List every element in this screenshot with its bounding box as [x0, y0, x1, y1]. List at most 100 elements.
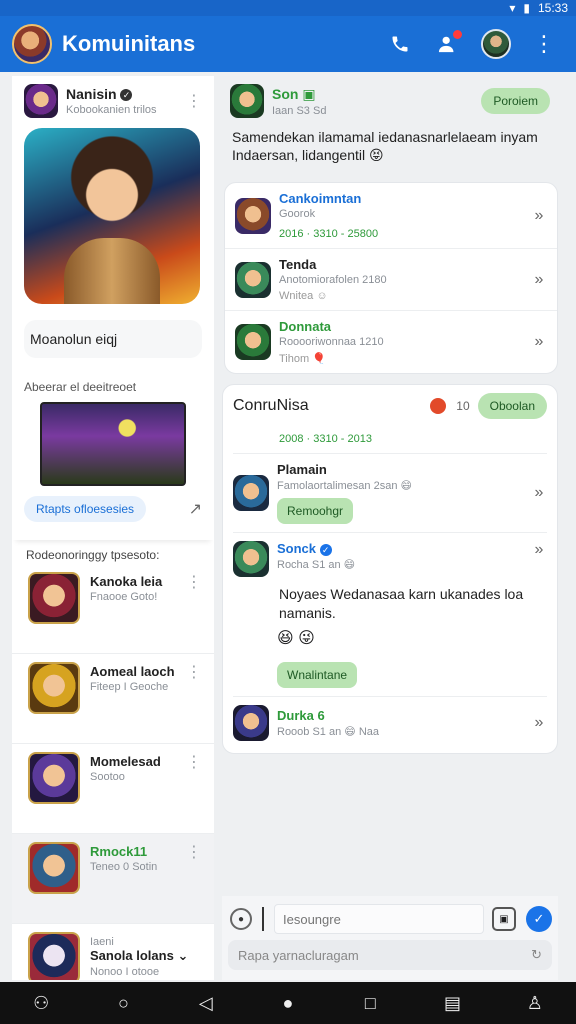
- thread-avatar: [235, 261, 271, 298]
- chevron-down-icon[interactable]: ⌄: [177, 948, 188, 963]
- reply-avatar: [233, 541, 269, 578]
- thread-name: Cankoimntan: [279, 191, 362, 207]
- thumbnail-button[interactable]: Rtapts ofloesesies: [24, 496, 147, 522]
- reply-item[interactable]: Durka 6 Rooob S1 an 😄 Naa »: [233, 695, 547, 749]
- profile-avatar[interactable]: [476, 24, 516, 64]
- more-options-icon[interactable]: ⋮: [186, 752, 202, 772]
- reaction-count: 10: [456, 399, 470, 414]
- more-menu-icon[interactable]: ⋮: [524, 24, 564, 64]
- list-item[interactable]: Aomeal laoch Fiteep I Geoche ⋮: [12, 654, 214, 744]
- notifications-icon[interactable]: [428, 24, 468, 64]
- hero-title[interactable]: Moanolun eiqj: [24, 320, 202, 358]
- item-name: Sanola lolans ⌄: [90, 948, 189, 963]
- emoji-icon: ☺: [316, 290, 328, 303]
- recent-label: Rodeonoringgy tpsesoto:: [26, 548, 160, 562]
- thread-name: Tenda: [279, 257, 317, 273]
- composer: ● ▣ ✓ Rapa yarnacluragam ↻: [222, 896, 558, 980]
- thread-subtitle: Goorok: [279, 208, 316, 221]
- item-avatar: [28, 662, 80, 714]
- author-avatar: [24, 84, 58, 118]
- people-icon[interactable]: ⚇: [19, 993, 63, 1014]
- profile-icon[interactable]: ♙: [513, 993, 557, 1014]
- list-item[interactable]: Rmock11 Teneo 0 Sotin ⋮: [12, 834, 214, 924]
- hero-image[interactable]: [24, 128, 200, 304]
- item-avatar: [28, 842, 80, 894]
- reply-item[interactable]: Sonck ✓ Rocha S1 an 😄 Noyaes Wedanasaa k…: [233, 532, 547, 695]
- post-text: Samendekan ilamamal iedanasnarlelaeam in…: [232, 129, 538, 164]
- community-chip-button[interactable]: Oboolan: [477, 393, 547, 420]
- share-icon[interactable]: ↗: [189, 499, 202, 519]
- chevron-right-icon[interactable]: »: [531, 207, 547, 225]
- emoji-row: 😆 😜: [277, 629, 315, 647]
- camera-icon[interactable]: ●: [230, 908, 252, 930]
- post-avatar: [230, 84, 264, 118]
- reply-avatar: [233, 704, 269, 741]
- send-button[interactable]: ✓: [526, 906, 552, 932]
- chevron-right-icon[interactable]: »: [531, 714, 547, 732]
- more-options-icon[interactable]: ⋮: [186, 572, 202, 592]
- verified-icon: ✓: [120, 89, 133, 102]
- item-subtitle: Fnaooe Goto!: [90, 591, 158, 603]
- reaction-icon[interactable]: [430, 398, 447, 415]
- right-panel: Son ▣ Iaan S3 Sd Poroiem Samendekan ilam…: [222, 76, 558, 894]
- message-input[interactable]: [274, 904, 484, 934]
- item-avatar: [28, 572, 80, 624]
- more-options-icon[interactable]: ⋮: [186, 91, 202, 111]
- list-item[interactable]: Iaeni Sanola lolans ⌄ Nonoo I otooe: [12, 924, 214, 980]
- post-chip-button[interactable]: Poroiem: [481, 88, 550, 114]
- menu-icon[interactable]: ▤: [431, 993, 475, 1014]
- divider: [12, 530, 214, 540]
- phone-icon[interactable]: [380, 24, 420, 64]
- refresh-icon[interactable]: ↻: [531, 947, 542, 963]
- item-subtitle: Nonoo I otooe: [90, 966, 160, 978]
- community-title: ConruNisa: [233, 397, 309, 415]
- notification-badge: [453, 30, 462, 39]
- chevron-right-icon[interactable]: »: [531, 333, 547, 351]
- thread-item[interactable]: Cankoimntan Goorok 2016 · 3310 - 25800 »: [225, 183, 557, 248]
- thread-item[interactable]: Donnata Rooooriwonnaa 1210 Tihom 🎈 »: [225, 310, 557, 373]
- list-item[interactable]: Momelesad Sootoo ⋮: [12, 744, 214, 834]
- reply-button[interactable]: Wnalintane: [277, 661, 358, 688]
- thread-item[interactable]: Tenda Anotomiorafolen 2180 Wnitea ☺ »: [225, 248, 557, 310]
- thread-subtitle: Anotomiorafolen 2180: [279, 274, 387, 287]
- community-date: 2008 · 3310 - 2013: [279, 433, 372, 446]
- verified-icon: ✓: [319, 543, 332, 556]
- chevron-right-icon[interactable]: »: [531, 271, 547, 289]
- app-title: Komuinitans: [62, 31, 196, 56]
- reply-subtitle: Rocha S1 an 😄: [277, 559, 356, 572]
- thread-date: 2016 · 3310 - 25800: [279, 228, 379, 241]
- item-avatar: [28, 752, 80, 804]
- featured-author[interactable]: Nanisin ✓ Kobookanien trilos ⋮: [12, 76, 214, 124]
- app-logo: [12, 24, 52, 64]
- badge-icon: ▣: [302, 85, 316, 102]
- more-options-icon[interactable]: ⋮: [186, 662, 202, 682]
- home-icon[interactable]: ●: [266, 993, 310, 1014]
- image-icon[interactable]: ▣: [492, 907, 516, 931]
- secondary-input[interactable]: Rapa yarnacluragam ↻: [228, 940, 552, 970]
- recents-icon[interactable]: □: [348, 993, 392, 1014]
- app-bar: Komuinitans ⋮: [0, 16, 576, 72]
- navigation-bar: ⚇ ○ ◁ ● □ ▤ ♙: [0, 982, 576, 1024]
- more-options-icon[interactable]: ⋮: [186, 842, 202, 862]
- media-thumbnail[interactable]: [40, 402, 186, 486]
- reply-avatar: [233, 475, 269, 512]
- item-name: Rmock11: [90, 844, 148, 859]
- thread-avatar: [235, 197, 271, 234]
- chevron-right-icon[interactable]: »: [531, 484, 547, 502]
- chevron-right-icon[interactable]: »: [531, 541, 547, 559]
- battery-icon: ▮: [523, 1, 530, 15]
- thread-subtitle: Rooooriwonnaa 1210: [279, 336, 384, 349]
- back-icon[interactable]: ◁: [184, 993, 228, 1014]
- reply-button[interactable]: Remoohgr: [277, 498, 354, 525]
- item-name: Kanoka leia: [90, 574, 163, 589]
- search-icon[interactable]: ○: [101, 993, 145, 1014]
- item-extra: Iaeni: [90, 936, 114, 948]
- reply-item[interactable]: Plamain Famolaortalimesan 2san 😄 Remoohg…: [233, 453, 547, 532]
- list-item[interactable]: Kanoka leia Fnaooe Goto! ⋮: [12, 564, 214, 654]
- reply-name: Durka 6: [277, 707, 325, 723]
- thread-avatar: [235, 324, 271, 361]
- thread-card: Cankoimntan Goorok 2016 · 3310 - 25800 »…: [224, 182, 558, 375]
- item-subtitle: Teneo 0 Sotin: [90, 861, 158, 873]
- thread-meta: Tihom 🎈: [279, 353, 326, 366]
- balloon-icon: 🎈: [312, 353, 326, 366]
